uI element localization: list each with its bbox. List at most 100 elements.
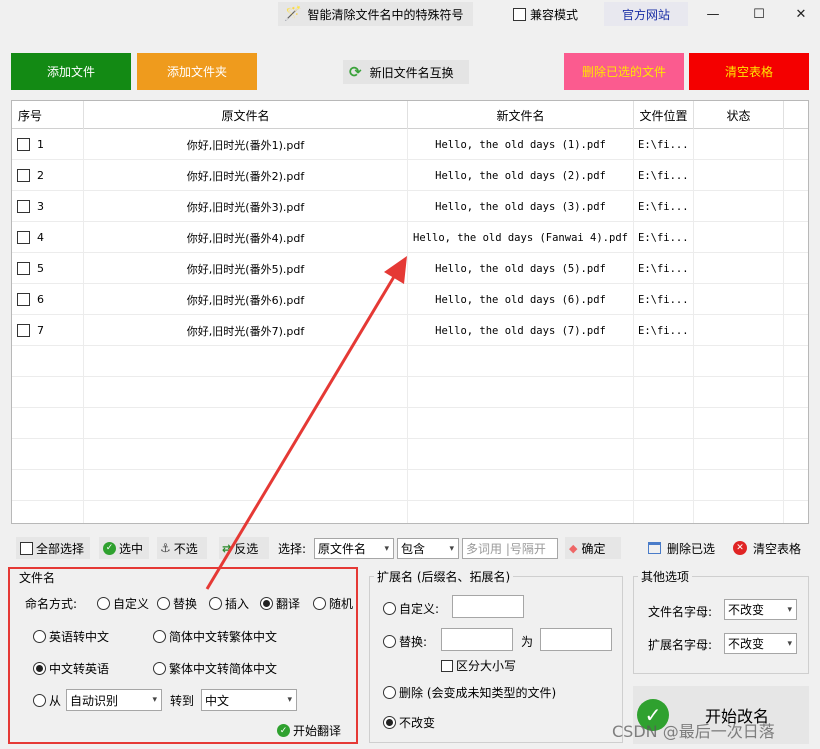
invert-button[interactable]: ⇄ 反选 bbox=[219, 537, 269, 559]
cell-location: E:\fi... bbox=[634, 253, 694, 284]
row-checkbox[interactable] bbox=[17, 231, 30, 244]
table-row[interactable]: 7 你好,旧时光(番外7).pdf Hello, the old days (7).… bbox=[12, 315, 808, 346]
radio-selected-icon bbox=[383, 716, 396, 729]
file-table[interactable]: 序号 原文件名 新文件名 文件位置 状态 1 你好,旧时光(番外1).pdf Hel… bbox=[11, 100, 809, 524]
select-button[interactable]: ✓ 选中 bbox=[99, 537, 149, 559]
cell-status bbox=[694, 315, 784, 346]
header-new-name[interactable]: 新文件名 bbox=[408, 101, 634, 129]
window-delete-icon bbox=[648, 542, 661, 554]
row-checkbox[interactable] bbox=[17, 200, 30, 213]
table-row[interactable]: 2 你好,旧时光(番外2).pdf Hello, the old days (2).… bbox=[12, 160, 808, 191]
header-status[interactable]: 状态 bbox=[694, 101, 784, 129]
check-circle-icon: ✓ bbox=[103, 541, 116, 555]
target-language-select[interactable]: 中文 ▾ bbox=[201, 689, 297, 711]
row-checkbox[interactable] bbox=[17, 138, 30, 151]
ext-case-select[interactable]: 不改变 ▾ bbox=[724, 633, 797, 654]
cell-no: 6 bbox=[12, 284, 84, 315]
checkbox-icon bbox=[441, 659, 453, 672]
empty-cell bbox=[408, 439, 634, 470]
option-from[interactable]: 从 bbox=[33, 692, 61, 709]
ext-replace-from-input[interactable] bbox=[441, 628, 513, 651]
option-traditional-to-simplified[interactable]: 繁体中文转简体中文 bbox=[153, 660, 277, 677]
add-file-button[interactable]: 添加文件 bbox=[11, 53, 131, 90]
clear-table-button[interactable]: 清空表格 bbox=[689, 53, 809, 90]
table-row[interactable]: 1 你好,旧时光(番外1).pdf Hello, the old days (1).… bbox=[12, 129, 808, 160]
official-website-link[interactable]: 官方网站 bbox=[604, 2, 688, 26]
cell-no: 5 bbox=[12, 253, 84, 284]
magic-wand-icon: 🪄 bbox=[284, 6, 302, 22]
cell-old-name: 你好,旧时光(番外4).pdf bbox=[84, 222, 408, 253]
special-chars-button[interactable]: 🪄 智能清除文件名中的特殊符号 bbox=[278, 2, 473, 26]
table-row[interactable]: 6 你好,旧时光(番外6).pdf Hello, the old days (6).… bbox=[12, 284, 808, 315]
cell-old-name: 你好,旧时光(番外5).pdf bbox=[84, 253, 408, 284]
add-folder-button[interactable]: 添加文件夹 bbox=[137, 53, 257, 90]
case-sensitive-checkbox[interactable]: 区分大小写 bbox=[441, 657, 516, 674]
empty-cell bbox=[408, 377, 634, 408]
close-circle-icon: ✕ bbox=[733, 541, 747, 555]
cell-status bbox=[694, 253, 784, 284]
empty-cell bbox=[12, 408, 84, 439]
maximize-button[interactable]: ☐ bbox=[736, 0, 782, 28]
ext-delete-option[interactable]: 删除 (会变成未知类型的文件) bbox=[383, 684, 556, 701]
empty-cell bbox=[84, 501, 408, 523]
cell-new-name: Hello, the old days (Fanwai 4).pdf bbox=[408, 222, 634, 253]
confirm-button[interactable]: ◆ 确定 bbox=[565, 537, 621, 559]
match-select[interactable]: 包含 ▾ bbox=[397, 538, 459, 559]
row-number: 1 bbox=[37, 138, 44, 151]
chevron-down-icon: ▾ bbox=[152, 695, 157, 705]
ext-custom-option[interactable]: 自定义: bbox=[383, 600, 439, 617]
header-old-name[interactable]: 原文件名 bbox=[84, 101, 408, 129]
table-row[interactable]: 5 你好,旧时光(番外5).pdf Hello, the old days (5).… bbox=[12, 253, 808, 284]
radio-icon bbox=[33, 630, 46, 643]
empty-cell bbox=[84, 470, 408, 501]
table-row bbox=[12, 377, 808, 408]
row-checkbox[interactable] bbox=[17, 293, 30, 306]
ext-case-label: 扩展名字母: bbox=[648, 638, 713, 652]
keywords-input[interactable]: 多词用 |号隔开 bbox=[462, 538, 558, 559]
empty-cell bbox=[694, 501, 784, 523]
cell-no: 2 bbox=[12, 160, 84, 191]
ext-custom-input[interactable] bbox=[452, 595, 524, 618]
ext-replace-option[interactable]: 替换: bbox=[383, 633, 427, 650]
cell-new-name: Hello, the old days (5).pdf bbox=[408, 253, 634, 284]
row-number: 4 bbox=[37, 231, 44, 244]
mode-insert[interactable]: 插入 bbox=[209, 595, 249, 612]
source-language-select[interactable]: 自动识别 ▾ bbox=[66, 689, 162, 711]
to-label: 转到 bbox=[170, 694, 195, 708]
compat-mode-checkbox[interactable]: 兼容模式 bbox=[507, 2, 591, 26]
mode-translate[interactable]: 翻译 bbox=[260, 595, 300, 612]
delete-selected-button[interactable]: 删除已选 bbox=[648, 537, 722, 559]
close-button[interactable]: ✕ bbox=[778, 0, 820, 28]
mode-replace[interactable]: 替换 bbox=[157, 595, 197, 612]
option-english-to-chinese[interactable]: 英语转中文 bbox=[33, 628, 109, 645]
table-row[interactable]: 4 你好,旧时光(番外4).pdf Hello, the old days (Fan… bbox=[12, 222, 808, 253]
swap-names-button[interactable]: ⟳ 新旧文件名互换 bbox=[343, 60, 469, 84]
option-chinese-to-english[interactable]: 中文转英语 bbox=[33, 660, 109, 677]
radio-icon bbox=[33, 694, 46, 707]
row-number: 6 bbox=[37, 293, 44, 306]
ext-unchanged-option[interactable]: 不改变 bbox=[383, 714, 435, 731]
header-location[interactable]: 文件位置 bbox=[634, 101, 694, 129]
start-translate-button[interactable]: ✓ 开始翻译 bbox=[277, 722, 341, 739]
filename-case-select[interactable]: 不改变 ▾ bbox=[724, 599, 797, 620]
row-checkbox[interactable] bbox=[17, 169, 30, 182]
row-checkbox[interactable] bbox=[17, 324, 30, 337]
mode-random[interactable]: 随机 bbox=[313, 595, 353, 612]
swap-arrows-icon: ⟳ bbox=[349, 63, 362, 81]
table-row[interactable]: 3 你好,旧时光(番外3).pdf Hello, the old days (3).… bbox=[12, 191, 808, 222]
header-no[interactable]: 序号 bbox=[12, 101, 84, 129]
minimize-button[interactable]: — bbox=[690, 0, 736, 28]
radio-icon bbox=[383, 602, 396, 615]
delete-selected-files-button[interactable]: 删除已选的文件 bbox=[564, 53, 684, 90]
mode-custom[interactable]: 自定义 bbox=[97, 595, 149, 612]
unselect-button[interactable]: ⚓ 不选 bbox=[157, 537, 207, 559]
chevron-down-icon: ▾ bbox=[787, 638, 792, 649]
row-checkbox[interactable] bbox=[17, 262, 30, 275]
field-select[interactable]: 原文件名 ▾ bbox=[314, 538, 394, 559]
cell-new-name: Hello, the old days (1).pdf bbox=[408, 129, 634, 160]
option-simplified-to-traditional[interactable]: 简体中文转繁体中文 bbox=[153, 628, 277, 645]
clear-table-small-button[interactable]: ✕ 清空表格 bbox=[733, 537, 807, 559]
ext-replace-to-input[interactable] bbox=[540, 628, 612, 651]
select-all-checkbox[interactable]: 全部选择 bbox=[16, 537, 90, 559]
radio-icon bbox=[313, 597, 326, 610]
